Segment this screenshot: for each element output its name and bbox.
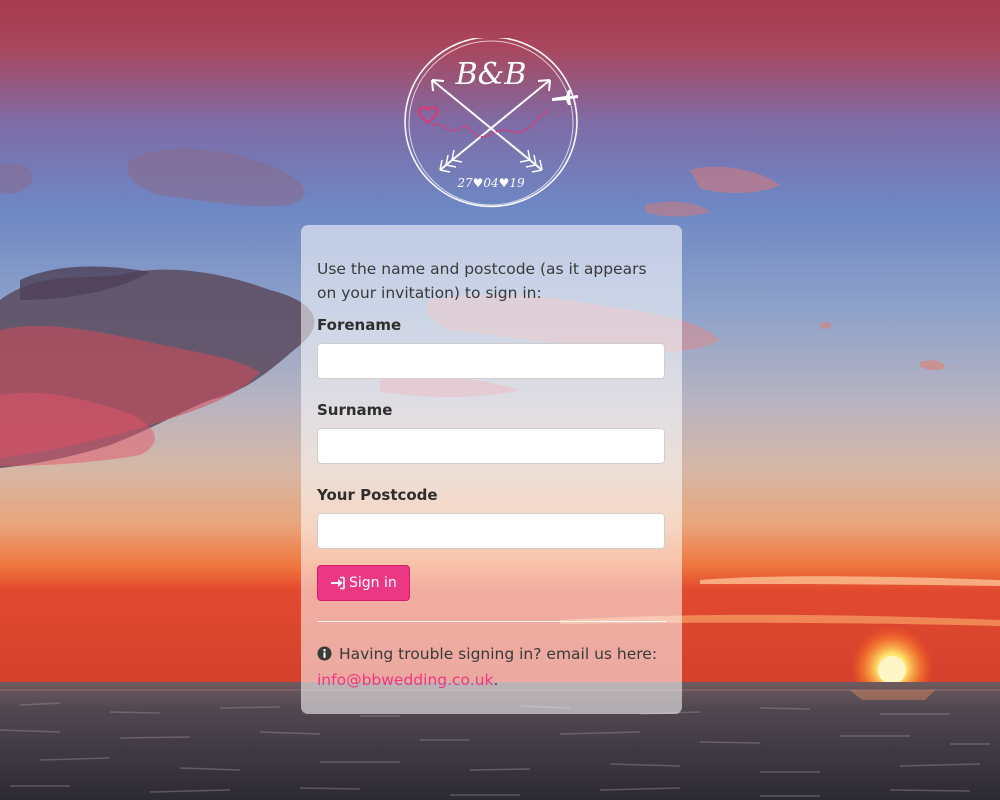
help-text: Having trouble signing in? email us here…: [338, 645, 658, 663]
logo-date: 27♥04♥19: [456, 176, 525, 190]
sign-in-button[interactable]: Sign in: [317, 565, 410, 601]
forename-input[interactable]: [317, 343, 665, 379]
surname-label: Surname: [317, 401, 393, 419]
help-message: Having trouble signing in? email us here…: [317, 642, 666, 692]
postcode-input[interactable]: [317, 513, 665, 549]
surname-input[interactable]: [317, 428, 665, 464]
sign-in-card: Use the name and postcode (as it appears…: [301, 225, 682, 714]
wedding-logo: B&B 27♥04♥19: [402, 36, 580, 208]
sign-in-button-label: Sign in: [349, 575, 397, 591]
postcode-label: Your Postcode: [317, 486, 438, 504]
sign-in-instructions: Use the name and postcode (as it appears…: [317, 260, 647, 302]
sign-in-icon: [330, 576, 345, 590]
support-email-link[interactable]: info@bbwedding.co.uk: [317, 671, 494, 689]
info-circle-icon: [317, 644, 332, 668]
forename-label: Forename: [317, 316, 402, 334]
divider: [317, 621, 666, 622]
help-suffix: .: [493, 671, 499, 689]
logo-initials: B&B: [455, 57, 527, 92]
